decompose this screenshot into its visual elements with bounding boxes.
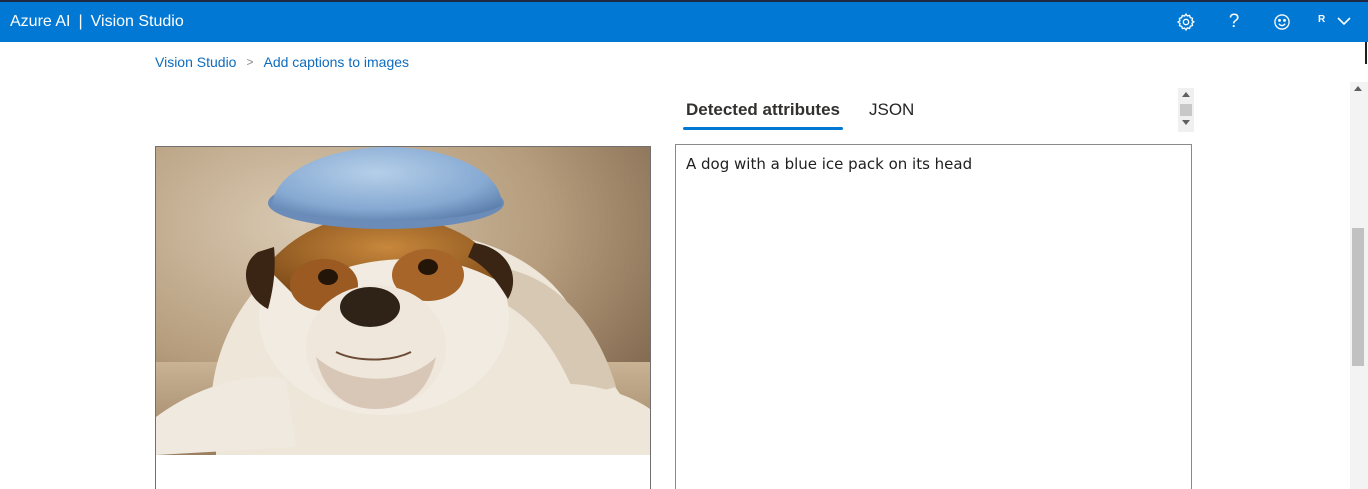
settings-button[interactable] — [1174, 10, 1198, 34]
result-tabs: Detected attributes JSON — [683, 96, 917, 132]
tab-detected-attributes[interactable]: Detected attributes — [683, 96, 843, 130]
brand-secondary: Vision Studio — [90, 13, 184, 30]
feedback-button[interactable] — [1270, 10, 1294, 34]
gear-icon — [1176, 12, 1195, 32]
top-bar: Azure AI | Vision Studio ? R — [0, 0, 1368, 42]
help-button[interactable]: ? — [1222, 10, 1246, 34]
scrollbar-thumb[interactable] — [1180, 104, 1192, 116]
tab-json[interactable]: JSON — [866, 96, 917, 130]
breadcrumb-link-add-captions[interactable]: Add captions to images — [263, 54, 409, 70]
breadcrumb: Vision Studio > Add captions to images — [155, 52, 409, 72]
page-scrollbar[interactable] — [1350, 82, 1368, 489]
brand-primary: Azure AI — [10, 13, 71, 30]
scroll-up-arrow-icon[interactable] — [1354, 86, 1362, 91]
scroll-down-arrow-icon[interactable] — [1182, 120, 1190, 125]
breadcrumb-link-vision-studio[interactable]: Vision Studio — [155, 54, 236, 70]
window-edge — [1365, 42, 1367, 64]
caption-result: A dog with a blue ice pack on its head — [686, 155, 973, 173]
brand-separator: | — [78, 13, 83, 30]
smiley-icon — [1274, 14, 1290, 30]
avatar[interactable]: R — [1318, 14, 1325, 25]
chevron-down-icon[interactable] — [1337, 16, 1351, 26]
scrollbar-thumb[interactable] — [1352, 228, 1364, 366]
detected-attributes-panel: A dog with a blue ice pack on its head — [675, 144, 1192, 489]
brand[interactable]: Azure AI | Vision Studio — [10, 2, 184, 42]
sample-image-panel — [155, 146, 651, 489]
help-icon: ? — [1228, 11, 1240, 32]
vision-studio-page: Azure AI | Vision Studio ? R Vision Stud… — [0, 0, 1368, 489]
tabs-scrollbar[interactable] — [1178, 88, 1194, 132]
breadcrumb-separator-icon: > — [246, 55, 254, 69]
scroll-up-arrow-icon[interactable] — [1182, 92, 1190, 97]
bulldog-image — [156, 147, 650, 455]
